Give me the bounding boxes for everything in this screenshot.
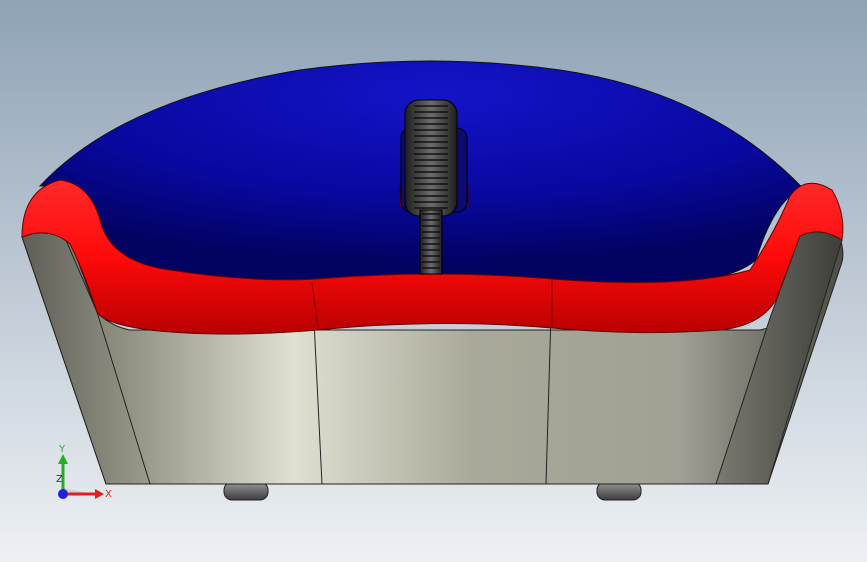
- graphics-viewport[interactable]: X Y Z: [0, 0, 867, 562]
- right-foot: [596, 481, 642, 501]
- mouse-model[interactable]: [0, 0, 867, 562]
- z-axis-indicator: [58, 489, 68, 499]
- x-axis-label: X: [105, 489, 112, 500]
- x-axis-arrowhead: [95, 489, 104, 499]
- z-axis-label: Z: [56, 474, 63, 485]
- axis-triad: X Y Z: [56, 444, 112, 500]
- y-axis-arrowhead: [58, 454, 68, 464]
- y-axis-label: Y: [58, 444, 66, 455]
- left-foot: [223, 481, 269, 501]
